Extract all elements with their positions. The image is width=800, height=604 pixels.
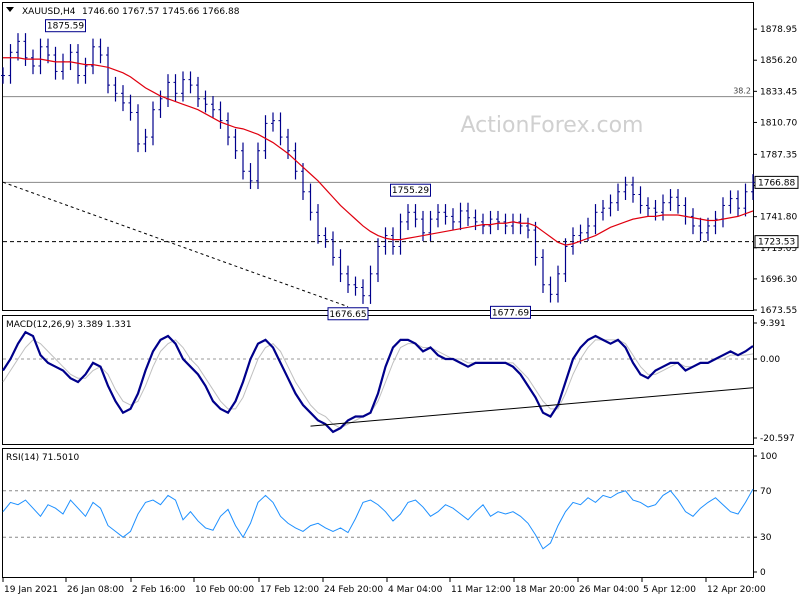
- price-trendline: [2, 181, 349, 308]
- rsi-y-tick-label: 100: [760, 452, 777, 462]
- x-axis-tick-label: 12 Apr 20:00: [707, 585, 766, 595]
- rsi-y-tick-label: 30: [760, 533, 772, 543]
- price-level-badge-text: 1723.53: [758, 238, 795, 248]
- rsi-line: [2, 488, 754, 550]
- x-axis-tick-label: 5 Apr 12:00: [643, 585, 696, 595]
- x-axis-tick-label: 4 Mar 04:00: [388, 585, 443, 595]
- macd-y-tick-label: 0.00: [760, 355, 780, 365]
- x-axis-tick-label: 11 Mar 12:00: [451, 585, 511, 595]
- rsi-title: RSI(14) 71.5010: [6, 453, 79, 463]
- price-level-badge-text: 1766.88: [758, 178, 795, 188]
- x-axis-tick-label: 17 Feb 12:00: [260, 585, 319, 595]
- price-y-tick-label: 1856.20: [760, 56, 797, 66]
- macd-y-tick-label: 9.391: [760, 319, 786, 329]
- rsi-panel-frame: [2, 448, 754, 578]
- watermark-text: ActionForex.com: [461, 113, 644, 138]
- price-annotation-label: 1676.65: [329, 310, 366, 320]
- price-y-tick-label: 1673.55: [760, 306, 797, 316]
- price-ohlc: 1746.60 1767.57 1745.66 1766.88: [82, 7, 240, 17]
- x-axis-tick-label: 19 Jan 2021: [4, 585, 58, 595]
- price-y-tick-label: 1810.70: [760, 118, 797, 128]
- price-y-tick-label: 1878.95: [760, 25, 797, 35]
- rsi-y-tick-label: 70: [760, 487, 772, 497]
- x-axis-tick-label: 26 Jan 08:00: [67, 585, 124, 595]
- price-layer: 1878.951856.201833.451810.701787.351764.…: [1, 19, 799, 321]
- price-y-tick-label: 1833.45: [760, 87, 797, 97]
- price-annotation-label: 1677.69: [492, 308, 529, 318]
- macd-panel-frame: [2, 315, 754, 445]
- x-axis-tick-label: 10 Feb 00:00: [195, 585, 254, 595]
- x-axis-tick-label: 18 Mar 20:00: [515, 585, 575, 595]
- price-annotation-label: 1875.59: [47, 22, 84, 32]
- macd-title: MACD(12,26,9) 3.389 1.331: [6, 320, 132, 330]
- x-axis-tick-label: 2 Feb 16:00: [132, 585, 186, 595]
- macd-layer: 9.391 0.00 -20.597: [2, 319, 795, 444]
- macd-line: [2, 330, 754, 434]
- price-y-tick-label: 1787.35: [760, 150, 797, 160]
- price-panel-arrow-icon: [6, 7, 14, 12]
- rsi-y-tick-label: 0: [760, 568, 766, 578]
- price-y-tick-label: 1696.30: [760, 275, 797, 285]
- macd-signal-line: [2, 339, 754, 429]
- price-annotation-label: 1755.29: [392, 186, 429, 196]
- price-title: XAUUSD,H4: [22, 7, 76, 17]
- macd-y-tick-label: -20.597: [760, 434, 795, 444]
- rsi-layer: 100 70 30 0: [2, 452, 777, 578]
- chart-svg: ActionForex.com XAUUSD,H4 1746.60 1767.5…: [1, 2, 799, 595]
- price-y-tick-label: 1741.80: [760, 213, 797, 223]
- fib-level-label: 38.2: [733, 87, 751, 96]
- x-axis-tick-label: 24 Feb 20:00: [324, 585, 383, 595]
- x-axis-tick-label: 26 Mar 04:00: [579, 585, 639, 595]
- x-axis-layer: 19 Jan 2021 26 Jan 08:00 2 Feb 16:00 10 Feb…: [2, 578, 766, 595]
